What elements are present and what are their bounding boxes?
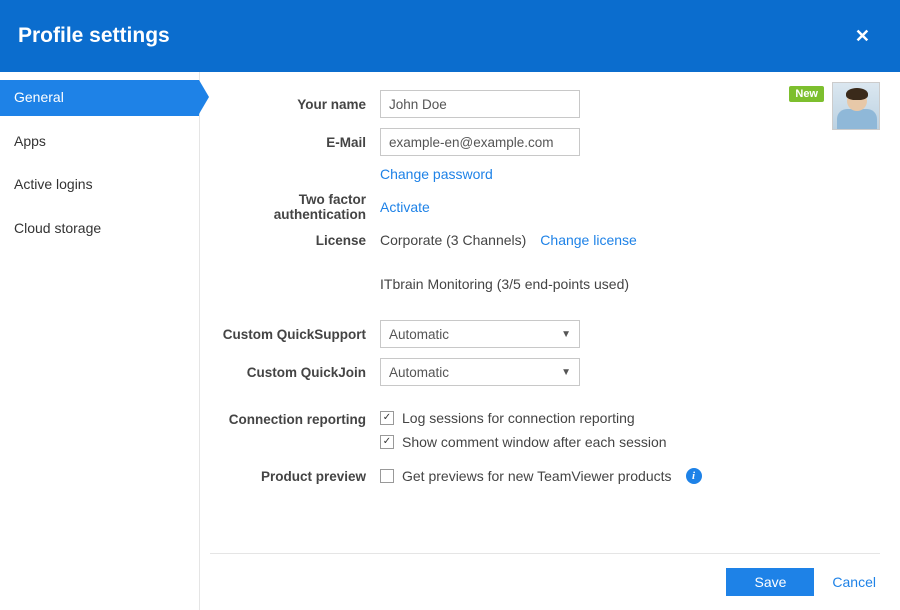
content-pane: New Your name E-Mail	[200, 72, 900, 610]
sidebar-item-label: Active logins	[14, 176, 93, 192]
license-value: Corporate (3 Channels)	[380, 232, 526, 248]
license-label: License	[210, 233, 380, 248]
save-button[interactable]: Save	[726, 568, 814, 596]
sidebar-item-general[interactable]: General	[0, 80, 199, 116]
sidebar-item-active-logins[interactable]: Active logins	[0, 167, 199, 203]
sidebar-item-label: General	[14, 89, 64, 105]
sidebar-item-apps[interactable]: Apps	[0, 124, 199, 160]
show-comment-checkbox[interactable]	[380, 435, 394, 449]
sidebar-item-label: Apps	[14, 133, 46, 149]
sidebar: General Apps Active logins Cloud storage	[0, 72, 200, 610]
chevron-down-icon: ▼	[561, 367, 571, 378]
log-sessions-checkbox[interactable]	[380, 411, 394, 425]
quickjoin-select[interactable]: Automatic ▼	[380, 358, 580, 386]
log-sessions-label: Log sessions for connection reporting	[402, 410, 635, 426]
product-preview-checkbox[interactable]	[380, 469, 394, 483]
avatar[interactable]	[832, 82, 880, 130]
info-icon[interactable]: i	[686, 468, 702, 484]
close-icon[interactable]: ✕	[847, 22, 878, 51]
top-right-cluster: New	[789, 82, 880, 130]
product-preview-label: Get previews for new TeamViewer products	[402, 468, 672, 484]
sidebar-item-cloud-storage[interactable]: Cloud storage	[0, 211, 199, 247]
reporting-label: Connection reporting	[210, 410, 380, 427]
dialog-title: Profile settings	[18, 24, 170, 48]
quicksupport-value: Automatic	[389, 327, 449, 342]
change-password-link[interactable]: Change password	[380, 166, 493, 182]
sidebar-item-label: Cloud storage	[14, 220, 101, 236]
email-label: E-Mail	[210, 135, 380, 150]
quicksupport-select[interactable]: Automatic ▼	[380, 320, 580, 348]
cancel-button[interactable]: Cancel	[832, 574, 876, 590]
tfa-label: Two factor authentication	[210, 192, 380, 222]
name-input[interactable]	[380, 90, 580, 118]
quickjoin-label: Custom QuickJoin	[210, 365, 380, 380]
quickjoin-value: Automatic	[389, 365, 449, 380]
new-badge: New	[789, 86, 824, 102]
quicksupport-label: Custom QuickSupport	[210, 327, 380, 342]
itbrain-status: ITbrain Monitoring (3/5 end-points used)	[380, 276, 629, 292]
dialog-header: Profile settings ✕	[0, 0, 900, 72]
change-license-link[interactable]: Change license	[540, 232, 637, 248]
chevron-down-icon: ▼	[561, 329, 571, 340]
tfa-activate-link[interactable]: Activate	[380, 199, 430, 215]
dialog-footer: Save Cancel	[210, 553, 880, 610]
name-label: Your name	[210, 97, 380, 112]
preview-label: Product preview	[210, 469, 380, 484]
email-input[interactable]	[380, 128, 580, 156]
show-comment-label: Show comment window after each session	[402, 434, 667, 450]
